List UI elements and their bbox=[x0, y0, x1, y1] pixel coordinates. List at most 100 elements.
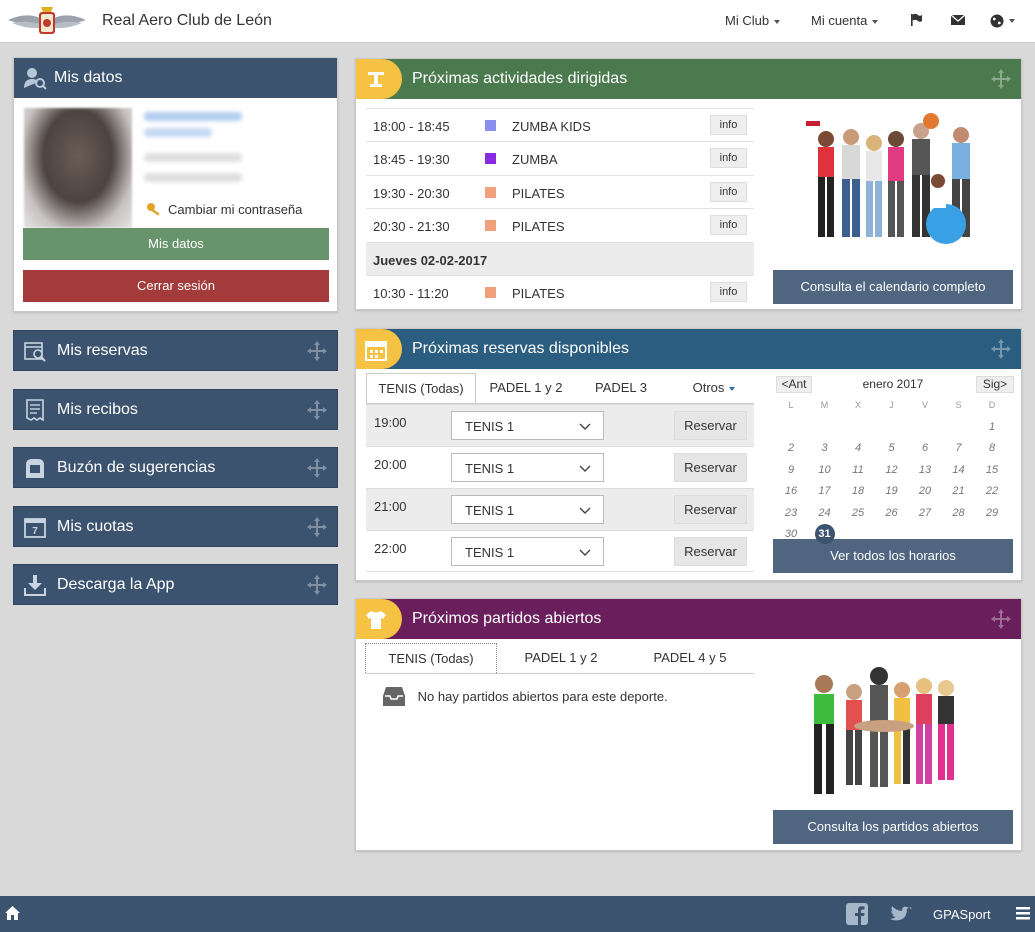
mail-icon[interactable] bbox=[950, 12, 966, 28]
calendar-day[interactable]: 19 bbox=[877, 481, 907, 502]
club-name[interactable]: Real Aero Club de León bbox=[102, 12, 272, 30]
calendar-day[interactable]: 2 bbox=[776, 438, 806, 459]
activity-color-square bbox=[485, 153, 496, 164]
tab-otros[interactable]: Otros bbox=[674, 373, 754, 403]
calendar-day[interactable]: 13 bbox=[910, 460, 940, 481]
reservation-time: 21:00 bbox=[374, 499, 407, 514]
home-icon[interactable] bbox=[5, 906, 20, 920]
move-icon[interactable] bbox=[306, 516, 328, 538]
calendar-day[interactable]: 20 bbox=[910, 481, 940, 502]
reserve-button[interactable]: Reservar bbox=[674, 537, 747, 566]
activity-time: 18:45 - 19:30 bbox=[373, 152, 450, 167]
move-icon[interactable] bbox=[306, 340, 328, 362]
court-select[interactable]: TENIS 1 bbox=[451, 537, 604, 566]
sidebar-item-receipts[interactable]: Mis recibos bbox=[13, 389, 338, 430]
calendar-day[interactable]: 14 bbox=[944, 460, 974, 481]
calendar-day[interactable]: 21 bbox=[944, 481, 974, 502]
calendar-day[interactable]: 6 bbox=[910, 438, 940, 459]
calendar-next-button[interactable]: Sig> bbox=[976, 376, 1014, 393]
calendar-day[interactable]: 4 bbox=[843, 438, 873, 459]
court-select[interactable]: TENIS 1 bbox=[451, 453, 604, 482]
logout-button[interactable]: Cerrar sesión bbox=[23, 270, 329, 302]
reservations-panel: Próximas reservas disponibles TENIS (Tod… bbox=[355, 328, 1022, 581]
reservations-badge bbox=[356, 329, 402, 369]
reservations-panel-header: Próximas reservas disponibles bbox=[356, 329, 1021, 369]
full-calendar-button[interactable]: Consulta el calendario completo bbox=[773, 270, 1013, 304]
activity-name: ZUMBA bbox=[512, 152, 558, 167]
calendar-day[interactable]: 29 bbox=[977, 503, 1007, 524]
chevron-down-icon bbox=[729, 386, 736, 391]
calendar-day[interactable]: 27 bbox=[910, 503, 940, 524]
calendar-day[interactable]: 8 bbox=[977, 438, 1007, 459]
open-matches-button[interactable]: Consulta los partidos abiertos bbox=[773, 810, 1013, 844]
calendar-icon bbox=[365, 341, 387, 361]
calendar-day[interactable]: 12 bbox=[877, 460, 907, 481]
change-password-link[interactable]: Cambiar mi contraseña bbox=[146, 202, 302, 217]
move-icon[interactable] bbox=[990, 608, 1012, 630]
calendar-day[interactable]: 3 bbox=[810, 438, 840, 459]
tab-tenis[interactable]: TENIS (Todas) bbox=[365, 643, 497, 673]
calendar-prev-button[interactable]: <Ant bbox=[776, 376, 812, 393]
activity-name: PILATES bbox=[512, 219, 565, 234]
gpasport-link[interactable]: GPASport bbox=[933, 907, 991, 922]
calendar-weekday: D bbox=[988, 400, 996, 410]
court-select[interactable]: TENIS 1 bbox=[451, 411, 604, 440]
reserve-button[interactable]: Reservar bbox=[674, 453, 747, 482]
calendar-day[interactable]: 1 bbox=[977, 417, 1007, 438]
activity-day-label: Jueves 02-02-2017 bbox=[373, 253, 488, 268]
calendar-day[interactable]: 15 bbox=[977, 460, 1007, 481]
chevron-down-icon bbox=[579, 507, 591, 514]
calendar-day[interactable]: 16 bbox=[776, 481, 806, 502]
tab-tenis[interactable]: TENIS (Todas) bbox=[366, 373, 476, 403]
calendar-day[interactable]: 31 bbox=[810, 524, 840, 545]
activity-info-button[interactable]: info bbox=[710, 282, 747, 302]
activity-row: 10:30 - 11:20 PILATES info bbox=[366, 275, 754, 308]
move-icon[interactable] bbox=[306, 457, 328, 479]
tab-padel-4-5[interactable]: PADEL 4 y 5 bbox=[636, 643, 744, 673]
calendar-day[interactable]: 26 bbox=[877, 503, 907, 524]
tab-padel-1-2[interactable]: PADEL 1 y 2 bbox=[506, 643, 616, 673]
activity-time: 19:30 - 20:30 bbox=[373, 186, 450, 201]
mi-cuenta-menu[interactable]: Mi cuenta bbox=[811, 13, 879, 28]
twitter-icon[interactable] bbox=[888, 904, 912, 924]
activity-info-button[interactable]: info bbox=[710, 115, 747, 135]
activity-info-button[interactable]: info bbox=[710, 215, 747, 235]
court-select[interactable]: TENIS 1 bbox=[451, 495, 604, 524]
calendar-day[interactable]: 17 bbox=[810, 481, 840, 502]
facebook-icon[interactable] bbox=[846, 903, 868, 925]
move-icon[interactable] bbox=[990, 338, 1012, 360]
tab-padel-1-2[interactable]: PADEL 1 y 2 bbox=[478, 373, 574, 403]
calendar-day[interactable]: 9 bbox=[776, 460, 806, 481]
sidebar-item-fees[interactable]: 7 Mis cuotas bbox=[13, 506, 338, 547]
sidebar-item-reservations[interactable]: Mis reservas bbox=[13, 330, 338, 371]
calendar-day[interactable]: 11 bbox=[843, 460, 873, 481]
move-icon[interactable] bbox=[990, 68, 1012, 90]
my-data-button[interactable]: Mis datos bbox=[23, 228, 329, 260]
calendar-day[interactable]: 22 bbox=[977, 481, 1007, 502]
chevron-down-icon bbox=[774, 19, 781, 24]
move-icon[interactable] bbox=[306, 574, 328, 596]
move-icon[interactable] bbox=[306, 399, 328, 421]
activity-info-button[interactable]: info bbox=[710, 148, 747, 168]
calendar-day[interactable]: 28 bbox=[944, 503, 974, 524]
mi-club-menu[interactable]: Mi Club bbox=[725, 13, 781, 28]
language-menu[interactable] bbox=[990, 12, 1015, 28]
calendar-day[interactable]: 10 bbox=[810, 460, 840, 481]
tab-padel-3[interactable]: PADEL 3 bbox=[578, 373, 664, 403]
sidebar-item-suggestions[interactable]: Buzón de sugerencias bbox=[13, 447, 338, 488]
activity-row: 18:00 - 18:45 ZUMBA KIDS info bbox=[366, 108, 754, 141]
flag-icon[interactable] bbox=[909, 12, 925, 28]
calendar-day[interactable]: 7 bbox=[944, 438, 974, 459]
calendar-day[interactable]: 23 bbox=[776, 503, 806, 524]
hamburger-menu-icon[interactable] bbox=[1016, 907, 1030, 920]
activity-info-button[interactable]: info bbox=[710, 182, 747, 202]
reserve-button[interactable]: Reservar bbox=[674, 411, 747, 440]
calendar-day[interactable]: 25 bbox=[843, 503, 873, 524]
chevron-down-icon bbox=[579, 549, 591, 556]
calendar-day[interactable]: 18 bbox=[843, 481, 873, 502]
reserve-button[interactable]: Reservar bbox=[674, 495, 747, 524]
calendar-day[interactable]: 24 bbox=[810, 503, 840, 524]
sidebar-item-download-app[interactable]: Descarga la App bbox=[13, 564, 338, 605]
club-logo[interactable] bbox=[6, 4, 88, 40]
calendar-day[interactable]: 5 bbox=[877, 438, 907, 459]
